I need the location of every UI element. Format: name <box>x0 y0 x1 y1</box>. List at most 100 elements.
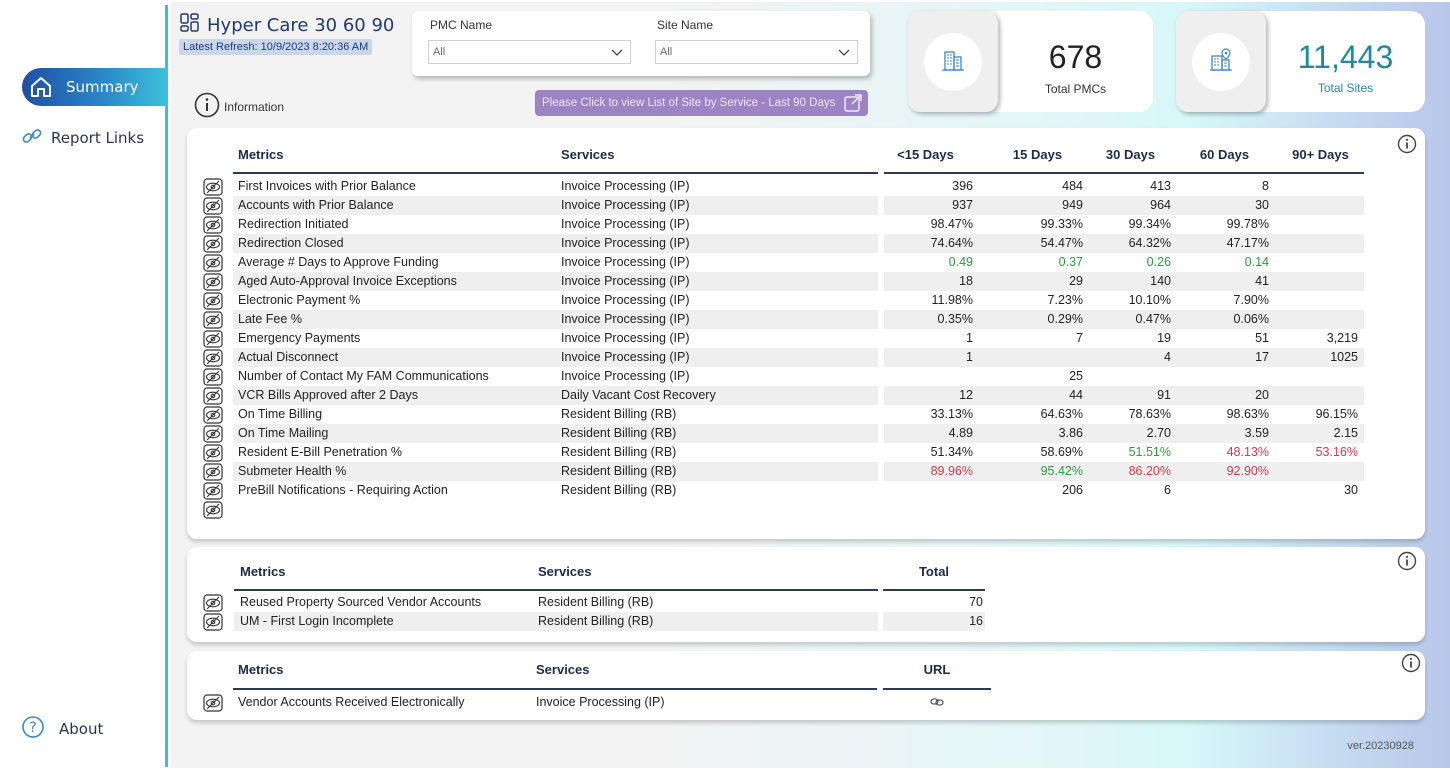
value-cell: 6 <box>1164 483 1171 497</box>
value-cell: 3,219 <box>1326 331 1358 345</box>
site-name-select[interactable]: All <box>655 40 858 64</box>
service-cell: Invoice Processing (IP) <box>536 695 665 709</box>
value-cell: 1 <box>966 350 973 364</box>
total-cell: 70 <box>969 595 983 609</box>
metric-cell: Redirection Initiated <box>238 217 349 231</box>
value-cell: 96.15% <box>1315 407 1358 421</box>
version-label: ver.20230928 <box>1347 740 1414 752</box>
value-cell: 11.98% <box>931 293 973 307</box>
service-cell: Invoice Processing (IP) <box>561 198 690 212</box>
info-icon[interactable] <box>1397 134 1417 158</box>
value-cell: 41 <box>1255 274 1269 288</box>
metric-cell: Number of Contact My FAM Communications <box>238 369 489 383</box>
metric-cell: Submeter Health % <box>238 464 347 478</box>
value-cell: 0.35% <box>937 312 973 326</box>
dashboard-icon <box>179 12 201 39</box>
service-cell: Invoice Processing (IP) <box>561 217 690 231</box>
value-cell: 0.06% <box>1233 312 1269 326</box>
service-cell: Invoice Processing (IP) <box>561 255 690 269</box>
table-row: Redirection Initiated Invoice Processing … <box>187 215 1425 234</box>
value-cell: 99.33% <box>1040 217 1083 231</box>
value-cell: 0.37 <box>1058 255 1083 269</box>
metric-cell: First Invoices with Prior Balance <box>238 179 416 193</box>
help-icon: ? <box>21 715 45 743</box>
table-row: Electronic Payment % Invoice Processing (… <box>187 291 1425 310</box>
value-cell: 51.34% <box>930 445 973 459</box>
service-cell: Invoice Processing (IP) <box>561 179 690 193</box>
value-cell: 20 <box>1255 388 1269 402</box>
home-icon <box>26 72 56 102</box>
metric-cell: VCR Bills Approved after 2 Days <box>238 388 418 402</box>
value-cell: 949 <box>1062 198 1083 212</box>
metric-cell: Reused Property Sourced Vendor Accounts <box>240 595 482 609</box>
filter-card: PMC Name All Site Name All <box>412 11 870 76</box>
metrics-aging-card: Metrics Services <15 Days 15 Days 30 Days 60 … <box>187 128 1425 539</box>
site-list-button[interactable]: Please Click to view List of Site by Ser… <box>535 90 868 116</box>
kpi-icon-box <box>1176 11 1266 112</box>
total-sites-label: Total Sites <box>1317 81 1374 95</box>
sidebar: Summary Report Links ? About <box>5 5 168 767</box>
t1-header-6: 90+ Days <box>1292 147 1349 162</box>
value-cell: 30 <box>1255 198 1269 212</box>
app-title: Hyper Care 30 60 90 <box>179 12 394 39</box>
pmc-name-value: All <box>433 46 446 58</box>
latest-refresh: Latest Refresh: 10/9/2023 8:20:36 AM <box>179 39 373 55</box>
t1-header-4: 30 Days <box>1105 147 1156 162</box>
kpi-total-pmcs: 678 Total PMCs <box>908 11 1153 112</box>
service-cell: Invoice Processing (IP) <box>561 369 690 383</box>
value-cell: 206 <box>1062 483 1083 497</box>
metrics-total-card: Metrics Services Total Reused Property Sour… <box>187 547 1425 642</box>
svg-text:?: ? <box>29 720 36 736</box>
value-cell: 30 <box>1344 483 1358 497</box>
t3-header-0: Metrics <box>238 662 284 677</box>
value-cell: 0.26 <box>1146 255 1171 269</box>
table-row: On Time Billing Resident Billing (RB) 33.1… <box>187 405 1425 424</box>
row-shade <box>233 424 878 443</box>
header-divider <box>883 688 991 690</box>
nav-summary[interactable]: Summary <box>22 68 168 106</box>
header-divider <box>233 172 878 174</box>
value-cell: 413 <box>1150 179 1171 193</box>
metric-cell: Electronic Payment % <box>238 293 361 307</box>
app-title-text: Hyper Care 30 60 90 <box>207 15 395 36</box>
value-cell: 51 <box>1255 331 1269 345</box>
nav-about[interactable]: ? About <box>21 715 103 743</box>
external-link-icon <box>843 93 863 116</box>
value-cell: 91 <box>1157 388 1171 402</box>
value-cell: 7 <box>1076 331 1083 345</box>
link-icon[interactable] <box>930 696 944 711</box>
service-cell: Resident Billing (RB) <box>561 483 677 497</box>
header-divider <box>233 688 877 690</box>
header-divider <box>883 589 985 591</box>
table-row: Emergency Payments Invoice Processing (IP… <box>187 329 1425 348</box>
value-cell: 2.70 <box>1146 426 1171 440</box>
pmc-name-select[interactable]: All <box>428 40 631 64</box>
nav-report-links[interactable]: Report Links <box>21 125 144 151</box>
service-cell: Resident Billing (RB) <box>538 595 654 609</box>
value-cell: 98.63% <box>1226 407 1269 421</box>
value-cell: 99.34% <box>1128 217 1171 231</box>
table-row: Reused Property Sourced Vendor Accounts R… <box>187 593 1425 612</box>
info-icon[interactable] <box>1401 653 1421 677</box>
service-cell: Invoice Processing (IP) <box>561 236 690 250</box>
value-cell: 7.90% <box>1233 293 1269 307</box>
table-row: Vendor Accounts Received Electronically I… <box>187 693 1425 712</box>
value-cell: 7.23% <box>1047 293 1083 307</box>
value-cell: 0.29% <box>1047 312 1083 326</box>
t1-header-3: 15 Days <box>1012 147 1063 162</box>
service-cell: Invoice Processing (IP) <box>561 293 690 307</box>
metric-cell: PreBill Notifications - Requiring Action <box>238 483 448 497</box>
value-cell: 48.13% <box>1226 445 1269 459</box>
table-row: Submeter Health % Resident Billing (RB) 89… <box>187 462 1425 481</box>
service-cell: Resident Billing (RB) <box>538 614 654 628</box>
value-cell: 0.14 <box>1244 255 1269 269</box>
info-icon[interactable] <box>1397 551 1417 575</box>
table-row: On Time Mailing Resident Billing (RB) 4.89… <box>187 424 1425 443</box>
t2-header-1: Services <box>538 564 592 579</box>
hide-eye-icon[interactable] <box>203 501 223 523</box>
metric-cell: Average # Days to Approve Funding <box>238 255 439 269</box>
metric-cell: Emergency Payments <box>238 331 361 345</box>
value-cell: 18 <box>959 274 973 288</box>
information-button[interactable]: Information <box>194 92 284 121</box>
nav-summary-label: Summary <box>66 78 139 96</box>
